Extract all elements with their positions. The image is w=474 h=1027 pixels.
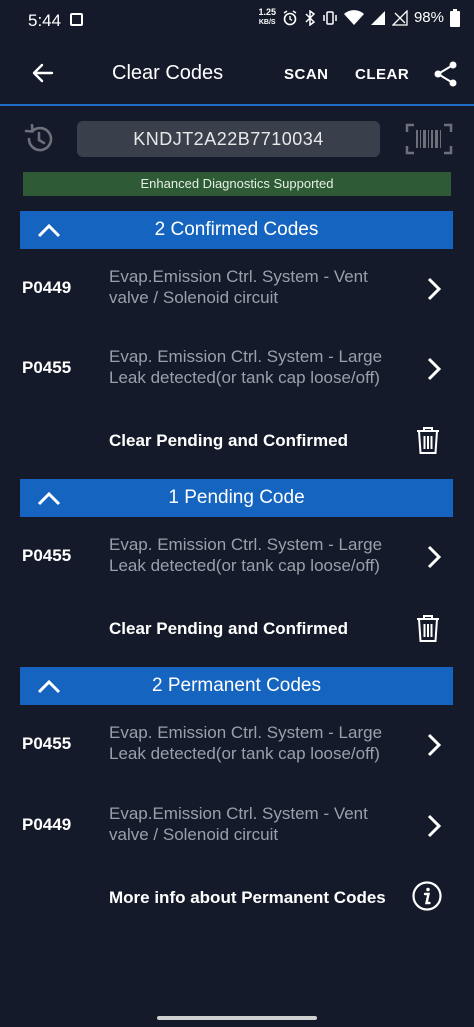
dtc-description: Evap.Emission Ctrl. System - Vent valve … bbox=[109, 267, 368, 307]
chevron-right-icon[interactable] bbox=[424, 813, 444, 839]
status-icons: 1.25 KB/S 98% bbox=[258, 8, 460, 27]
status-bar: 5:44 1.25 KB/S 98% bbox=[0, 0, 474, 42]
permanent-codes-header[interactable]: 2 Permanent Codes bbox=[20, 667, 453, 705]
chevron-right-icon[interactable] bbox=[424, 356, 444, 382]
clear-pending-confirmed-label[interactable]: Clear Pending and Confirmed bbox=[109, 431, 348, 451]
vibrate-icon bbox=[323, 10, 337, 25]
dtc-code: P0455 bbox=[22, 358, 72, 377]
dtc-description: Evap.Emission Ctrl. System - Vent valve … bbox=[109, 804, 368, 844]
status-time: 5:44 bbox=[28, 11, 62, 30]
history-icon[interactable] bbox=[22, 122, 56, 156]
bluetooth-icon bbox=[305, 9, 316, 26]
alarm-icon bbox=[283, 9, 297, 25]
confirmed-codes-header[interactable]: 2 Confirmed Codes bbox=[20, 211, 453, 249]
dtc-code: P0455 bbox=[22, 546, 72, 565]
battery-percent: 98% bbox=[413, 9, 444, 26]
trash-icon[interactable] bbox=[415, 613, 441, 643]
chevron-right-icon[interactable] bbox=[424, 276, 444, 302]
network-speed-unit: KB/S bbox=[258, 19, 276, 26]
no-signal-icon bbox=[391, 9, 408, 26]
clear-pending-confirmed-label[interactable]: Clear Pending and Confirmed bbox=[109, 619, 348, 639]
dtc-code: P0449 bbox=[22, 815, 72, 834]
vin-field[interactable]: KNDJT2A22B7710034 bbox=[77, 121, 380, 157]
code-row[interactable]: P0455 Evap. Emission Ctrl. System - Larg… bbox=[0, 340, 474, 400]
info-icon[interactable] bbox=[411, 880, 443, 912]
chevron-right-icon[interactable] bbox=[424, 732, 444, 758]
barcode-scan-icon[interactable] bbox=[405, 123, 453, 155]
code-row[interactable]: P0455 Evap. Emission Ctrl. System - Larg… bbox=[0, 716, 474, 776]
code-row[interactable]: P0449 Evap.Emission Ctrl. System - Vent … bbox=[0, 260, 474, 320]
clear-button[interactable]: CLEAR bbox=[355, 66, 409, 83]
code-row[interactable]: P0455 Evap. Emission Ctrl. System - Larg… bbox=[0, 528, 474, 588]
pending-codes-header[interactable]: 1 Pending Code bbox=[20, 479, 453, 517]
dtc-code: P0455 bbox=[22, 734, 72, 753]
clear-pending-confirmed-row[interactable]: Clear Pending and Confirmed bbox=[0, 421, 474, 461]
network-speed-value: 1.25 bbox=[258, 7, 276, 17]
section-title: 2 Confirmed Codes bbox=[154, 219, 319, 240]
dtc-description: Evap. Emission Ctrl. System - Large Leak… bbox=[109, 723, 383, 763]
battery-icon bbox=[450, 8, 460, 27]
wifi-icon bbox=[343, 9, 364, 25]
chevron-right-icon[interactable] bbox=[424, 544, 444, 570]
trash-icon[interactable] bbox=[415, 425, 441, 455]
home-indicator[interactable] bbox=[157, 1016, 317, 1020]
scan-button[interactable]: SCAN bbox=[284, 66, 329, 83]
section-title: 1 Pending Code bbox=[168, 487, 305, 508]
image-notification-icon bbox=[70, 13, 83, 26]
dtc-description: Evap. Emission Ctrl. System - Large Leak… bbox=[109, 535, 383, 575]
share-icon[interactable] bbox=[432, 60, 460, 88]
network-speed: 1.25 KB/S bbox=[258, 8, 276, 27]
signal-icon bbox=[370, 10, 385, 25]
dtc-code: P0449 bbox=[22, 278, 72, 297]
permanent-codes-info-label[interactable]: More info about Permanent Codes bbox=[109, 888, 386, 908]
dtc-description: Evap. Emission Ctrl. System - Large Leak… bbox=[109, 347, 383, 387]
clear-pending-confirmed-row[interactable]: Clear Pending and Confirmed bbox=[0, 609, 474, 649]
page-title: Clear Codes bbox=[112, 62, 224, 84]
permanent-codes-info-row[interactable]: More info about Permanent Codes bbox=[0, 878, 474, 918]
app-bar: Clear Codes SCAN CLEAR bbox=[0, 42, 474, 106]
section-title: 2 Permanent Codes bbox=[152, 675, 321, 696]
enhanced-diagnostics-banner: Enhanced Diagnostics Supported bbox=[23, 172, 451, 196]
code-row[interactable]: P0449 Evap.Emission Ctrl. System - Vent … bbox=[0, 797, 474, 857]
back-arrow-icon[interactable] bbox=[28, 58, 58, 88]
